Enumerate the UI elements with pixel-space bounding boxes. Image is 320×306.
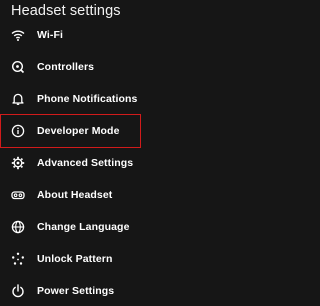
- menu-item-wifi[interactable]: Wi-Fi: [0, 20, 250, 50]
- menu-item-change-language[interactable]: Change Language: [0, 212, 250, 242]
- wifi-icon: [11, 28, 25, 42]
- menu-item-advanced-settings[interactable]: Advanced Settings: [0, 148, 250, 178]
- pattern-icon: [11, 252, 25, 266]
- menu-item-unlock-pattern[interactable]: Unlock Pattern: [0, 244, 250, 274]
- globe-icon: [11, 220, 25, 234]
- menu-item-label: About Headset: [37, 189, 113, 201]
- menu-item-label: Advanced Settings: [37, 157, 134, 169]
- menu-item-label: Unlock Pattern: [37, 253, 113, 265]
- menu-item-label: Wi-Fi: [37, 29, 64, 41]
- menu-item-label: Power Settings: [37, 285, 115, 297]
- menu-item-phone-notifications[interactable]: Phone Notifications: [0, 84, 250, 114]
- menu-item-power-settings[interactable]: Power Settings: [0, 276, 250, 306]
- menu-item-label: Phone Notifications: [37, 93, 138, 105]
- info-icon: [11, 124, 25, 138]
- menu-item-about-headset[interactable]: About Headset: [0, 180, 250, 210]
- menu-item-label: Change Language: [37, 221, 130, 233]
- menu-item-label: Controllers: [37, 61, 95, 73]
- menu-item-developer-mode[interactable]: Developer Mode: [0, 116, 250, 146]
- controller-icon: [11, 60, 25, 74]
- gear-icon: [11, 156, 25, 170]
- power-icon: [11, 284, 25, 298]
- menu-item-controllers[interactable]: Controllers: [0, 52, 250, 82]
- page-title: Headset settings: [11, 3, 121, 19]
- headset-icon: [11, 188, 25, 202]
- menu-item-label: Developer Mode: [37, 125, 120, 137]
- bell-icon: [11, 92, 25, 106]
